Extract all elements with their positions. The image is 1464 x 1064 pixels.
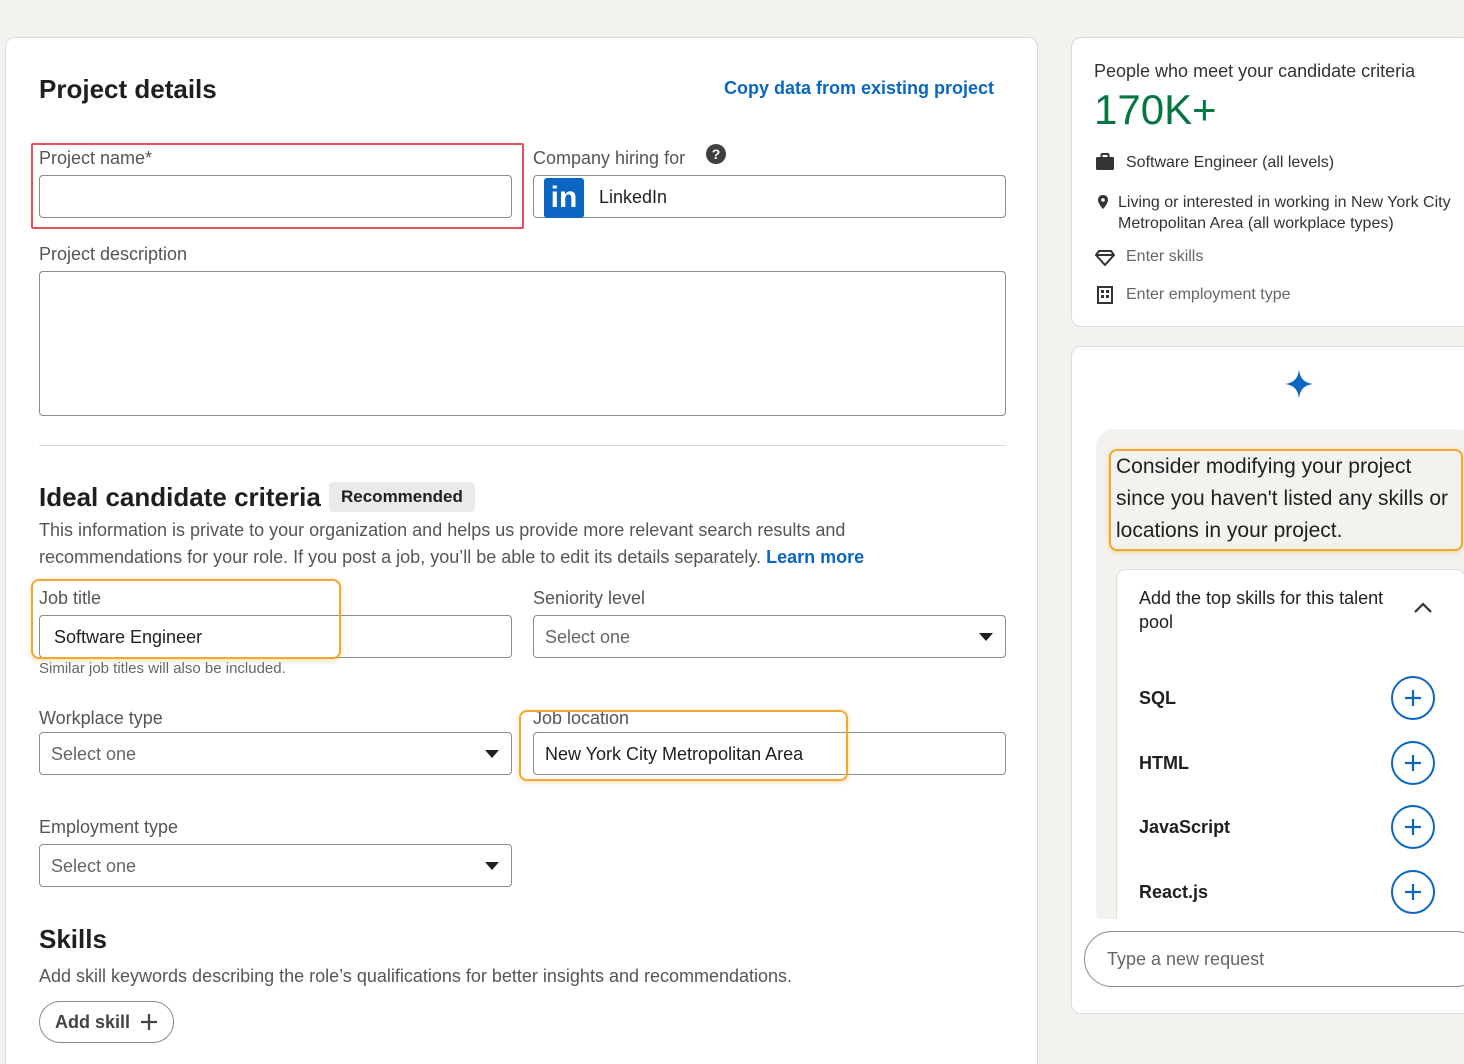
candidate-count: 170K+ — [1094, 86, 1217, 133]
diamond-icon — [1095, 250, 1115, 266]
chevron-down-icon — [979, 633, 993, 641]
project-form-card: Project details Copy data from existing … — [5, 37, 1038, 1064]
stat-employment[interactable]: Enter employment type — [1126, 286, 1291, 304]
workplace-select[interactable]: Select one — [39, 732, 512, 775]
learn-more-link[interactable]: Learn more — [766, 547, 864, 567]
project-name-label: Project name* — [39, 148, 153, 168]
seniority-value: Select one — [545, 627, 631, 647]
stat-job-title: Software Engineer (all levels) — [1126, 154, 1335, 171]
candidate-stats-card: People who meet your candidate criteria … — [1071, 37, 1464, 327]
chevron-up-icon[interactable] — [1413, 602, 1433, 614]
request-input[interactable]: Type a new request — [1084, 931, 1464, 987]
recommended-badge: Recommended — [329, 482, 475, 512]
workplace-value: Select one — [51, 744, 137, 764]
add-html-button[interactable] — [1391, 741, 1435, 785]
suggested-skill-reactjs: React.js — [1139, 882, 1209, 902]
company-value: LinkedIn — [599, 187, 668, 207]
help-icon[interactable]: ? — [706, 144, 726, 164]
suggestion-title: Add the top skills for this talent pool — [1139, 588, 1384, 632]
suggested-skill-sql: SQL — [1139, 688, 1177, 708]
plus-icon — [1405, 690, 1421, 706]
job-title-hint: Similar job titles will also be included… — [39, 660, 286, 677]
skills-suggestion-card: Add the top skills for this talent pool … — [1116, 569, 1464, 929]
page-title: Project details — [39, 74, 217, 104]
employment-select[interactable]: Select one — [39, 844, 512, 887]
criteria-title: Ideal candidate criteria — [39, 482, 321, 512]
add-sql-button[interactable] — [1391, 676, 1435, 720]
project-name-input[interactable] — [39, 175, 512, 218]
stat-location: Living or interested in working in New Y… — [1118, 194, 1451, 232]
plus-icon — [1405, 884, 1421, 900]
plus-icon — [1405, 755, 1421, 771]
assistant-card: Consider modifying your project since yo… — [1071, 346, 1464, 1014]
description-label: Project description — [39, 244, 188, 264]
suggested-skill-html: HTML — [1139, 753, 1189, 773]
section-divider — [39, 445, 1006, 446]
location-pin-icon — [1098, 195, 1108, 209]
plus-icon — [141, 1014, 157, 1030]
request-input-placeholder: Type a new request — [1107, 949, 1265, 969]
add-reactjs-button[interactable] — [1391, 870, 1435, 914]
plus-icon — [1405, 819, 1421, 835]
suggested-skill-javascript: JavaScript — [1139, 817, 1231, 837]
skills-description: Add skill keywords describing the role’s… — [39, 966, 793, 986]
location-highlight — [519, 710, 848, 781]
briefcase-icon — [1096, 153, 1114, 170]
stats-heading: People who meet your candidate criteria — [1094, 61, 1416, 81]
add-skill-label: Add skill — [54, 1011, 130, 1032]
criteria-info: This information is private to your orga… — [39, 520, 865, 567]
job-title-highlight — [31, 579, 341, 659]
company-label: Company hiring for — [533, 148, 686, 168]
seniority-select[interactable]: Select one — [533, 615, 1006, 658]
seniority-label: Seniority level — [533, 588, 646, 608]
stat-skills[interactable]: Enter skills — [1126, 248, 1203, 266]
employment-label: Employment type — [39, 817, 179, 837]
add-javascript-button[interactable] — [1391, 805, 1435, 849]
skills-title: Skills — [39, 924, 107, 954]
copy-data-link[interactable]: Copy data from existing project — [724, 78, 994, 99]
add-skill-button[interactable]: Add skill — [39, 1001, 174, 1043]
building-icon — [1097, 286, 1113, 304]
chevron-down-icon — [485, 750, 499, 758]
employment-value: Select one — [51, 856, 137, 876]
company-field[interactable]: in LinkedIn — [533, 175, 1006, 218]
linkedin-logo-icon: in — [544, 178, 584, 218]
description-textarea[interactable] — [39, 271, 1006, 416]
workplace-label: Workplace type — [39, 708, 163, 728]
ai-sparkle-icon — [1285, 370, 1313, 398]
assistant-message-highlight — [1109, 449, 1463, 551]
chevron-down-icon — [485, 862, 499, 870]
